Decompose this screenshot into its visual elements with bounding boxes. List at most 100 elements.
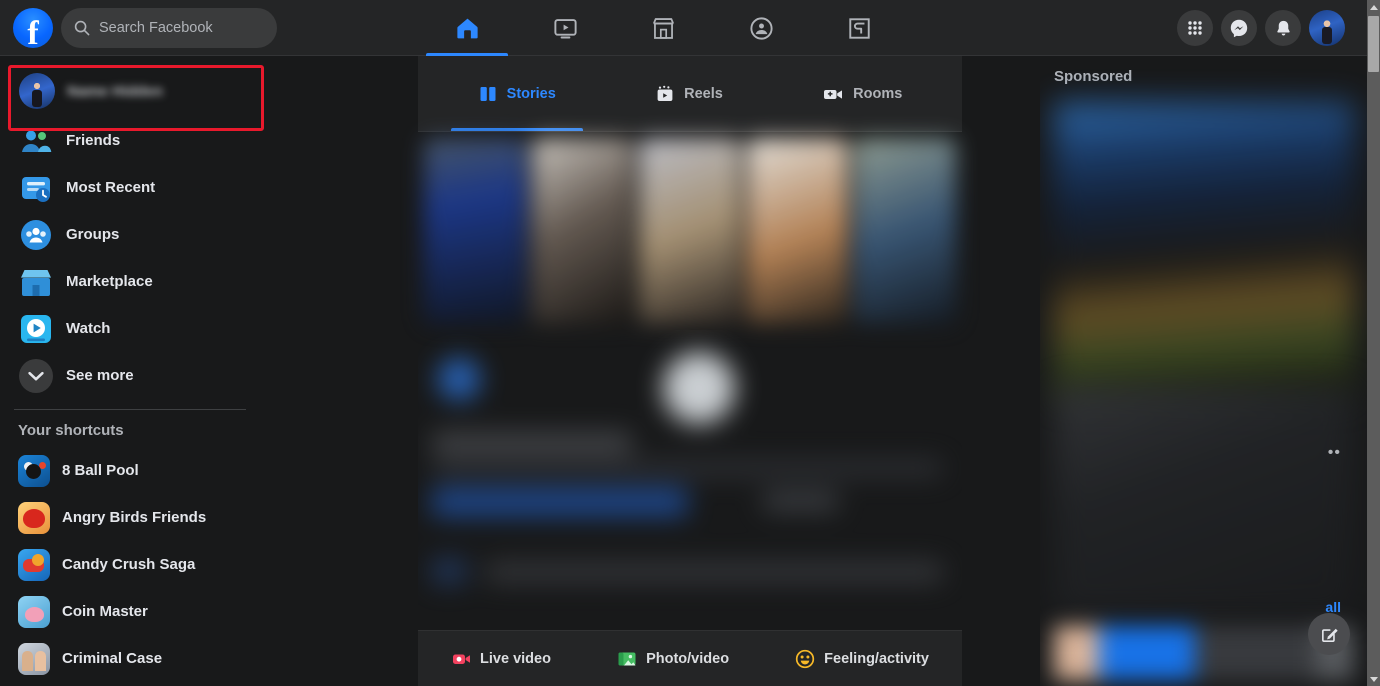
search-input[interactable]: Search Facebook	[61, 7, 277, 48]
sidebar-item-watch[interactable]: Watch	[8, 305, 292, 352]
left-sidebar: Name Hidden Friends Most Recent Groups M…	[0, 56, 300, 686]
8-ball-pool-icon	[18, 454, 50, 487]
sidebar-profile-link[interactable]: Name Hidden	[8, 65, 292, 117]
reels-icon	[657, 85, 673, 101]
post-author-avatar	[438, 358, 480, 400]
right-rail: Sponsored •• all w Birthdays	[1040, 56, 1367, 686]
feed-tab-bar: Stories Reels Rooms	[418, 56, 962, 132]
nav-tab-gaming[interactable]	[810, 0, 908, 56]
sidebar-item-groups[interactable]: Groups	[8, 211, 292, 258]
facebook-logo[interactable]: f	[13, 7, 53, 51]
shortcut-label: Candy Crush Saga	[62, 556, 196, 573]
post-line	[432, 488, 687, 516]
candy-crush-icon	[18, 548, 50, 581]
feeling-activity-icon	[796, 649, 815, 668]
feeling-activity-button[interactable]: Feeling/activity	[785, 643, 939, 675]
tab-stories[interactable]: Stories	[450, 56, 584, 131]
messenger-icon	[1230, 19, 1248, 38]
post-blurred-content	[418, 330, 962, 620]
feed-post[interactable]	[418, 330, 962, 620]
sidebar-item-label: Groups	[66, 226, 120, 243]
shortcut-label: Criminal Case	[62, 650, 163, 667]
sidebar-item-friends[interactable]: Friends	[8, 117, 292, 164]
gaming-icon	[848, 17, 870, 39]
search-icon	[74, 20, 90, 35]
sidebar-item-label: See more	[66, 367, 134, 384]
friends-icon	[22, 130, 52, 152]
composer-label: Live video	[480, 650, 551, 667]
sidebar-item-label: Friends	[66, 132, 121, 149]
chevron-up-icon	[1369, 4, 1378, 10]
shortcuts-heading: Your shortcuts	[18, 422, 124, 439]
scroll-down-button[interactable]	[1367, 672, 1380, 686]
story-card[interactable]	[746, 138, 849, 324]
notifications-button[interactable]	[1265, 10, 1301, 46]
coin-master-icon	[18, 595, 50, 628]
sidebar-profile-avatar	[19, 73, 55, 109]
shortcut-label: Angry Birds Friends	[62, 509, 207, 526]
composer-label: Photo/video	[646, 650, 730, 667]
angry-birds-icon	[18, 501, 50, 534]
browser-scrollbar[interactable]	[1367, 0, 1380, 686]
shortcut-angry-birds-friends[interactable]: Angry Birds Friends	[8, 494, 292, 541]
stories-carousel[interactable]	[418, 132, 962, 330]
video-icon	[553, 18, 577, 38]
top-navigation-bar: f Search Facebook	[0, 0, 1367, 56]
sponsored-ad-image[interactable]	[1054, 102, 1354, 402]
story-card[interactable]	[424, 138, 526, 324]
post-line	[432, 558, 466, 584]
shortcut-coin-master[interactable]: Coin Master	[8, 588, 292, 635]
tab-label: Rooms	[853, 85, 903, 102]
post-line	[484, 562, 944, 582]
grid-menu-icon	[1188, 21, 1202, 35]
chevron-down-icon	[1369, 676, 1378, 682]
bell-icon	[1276, 20, 1290, 36]
post-composer-bar: Live video Photo/video Feeling/activity	[418, 630, 962, 686]
nav-tab-home[interactable]	[418, 0, 516, 56]
post-line	[763, 492, 838, 510]
home-icon	[456, 18, 478, 38]
messenger-button[interactable]	[1221, 10, 1257, 46]
shortcut-criminal-case[interactable]: Criminal Case	[8, 635, 292, 682]
sidebar-item-see-more[interactable]: See more	[8, 352, 292, 399]
facebook-page: f Search Facebook Name Hidden Friends Mo…	[0, 0, 1380, 686]
rooms-icon	[824, 89, 843, 99]
tab-label: Stories	[506, 85, 556, 102]
grid-menu-button[interactable]	[1177, 10, 1213, 46]
story-card[interactable]	[531, 138, 634, 324]
sidebar-item-marketplace[interactable]: Marketplace	[8, 258, 292, 305]
story-card[interactable]	[639, 138, 741, 324]
photo-video-button[interactable]: Photo/video	[607, 643, 739, 675]
marketplace-icon	[652, 17, 674, 39]
profile-avatar[interactable]	[1309, 10, 1345, 46]
stories-icon	[480, 86, 496, 101]
live-video-button[interactable]: Live video	[441, 643, 561, 675]
nav-tab-groups[interactable]	[712, 0, 810, 56]
compose-button[interactable]	[1308, 613, 1350, 655]
compose-icon	[1321, 628, 1338, 642]
sidebar-divider	[14, 409, 246, 410]
nav-tab-marketplace[interactable]	[614, 0, 712, 56]
rail-options-icon[interactable]: ••	[1328, 444, 1341, 462]
story-card[interactable]	[854, 138, 956, 324]
tab-reels[interactable]: Reels	[637, 56, 741, 131]
sidebar-item-label: Most Recent	[66, 179, 156, 196]
sidebar-item-label: Watch	[66, 320, 111, 337]
main-feed-column: Stories Reels Rooms Live video Photo/vid…	[418, 56, 962, 686]
watch-icon	[21, 314, 51, 343]
topbar-actions	[1177, 0, 1345, 56]
post-media	[663, 352, 735, 424]
most-recent-icon	[22, 176, 50, 202]
sidebar-item-most-recent[interactable]: Most Recent	[8, 164, 292, 211]
scroll-up-button[interactable]	[1367, 0, 1380, 14]
main-nav-tabs	[418, 0, 908, 56]
shortcut-8-ball-pool[interactable]: 8 Ball Pool	[8, 447, 292, 494]
live-video-icon	[453, 654, 471, 664]
shortcut-candy-crush-saga[interactable]: Candy Crush Saga	[8, 541, 292, 588]
tab-rooms[interactable]: Rooms	[804, 56, 920, 131]
search-placeholder: Search Facebook	[99, 19, 213, 36]
chevron-down-icon	[19, 358, 53, 393]
nav-tab-watch[interactable]	[516, 0, 614, 56]
sponsored-ad-secondary[interactable]	[1054, 386, 1354, 616]
scrollbar-thumb[interactable]	[1368, 16, 1379, 72]
